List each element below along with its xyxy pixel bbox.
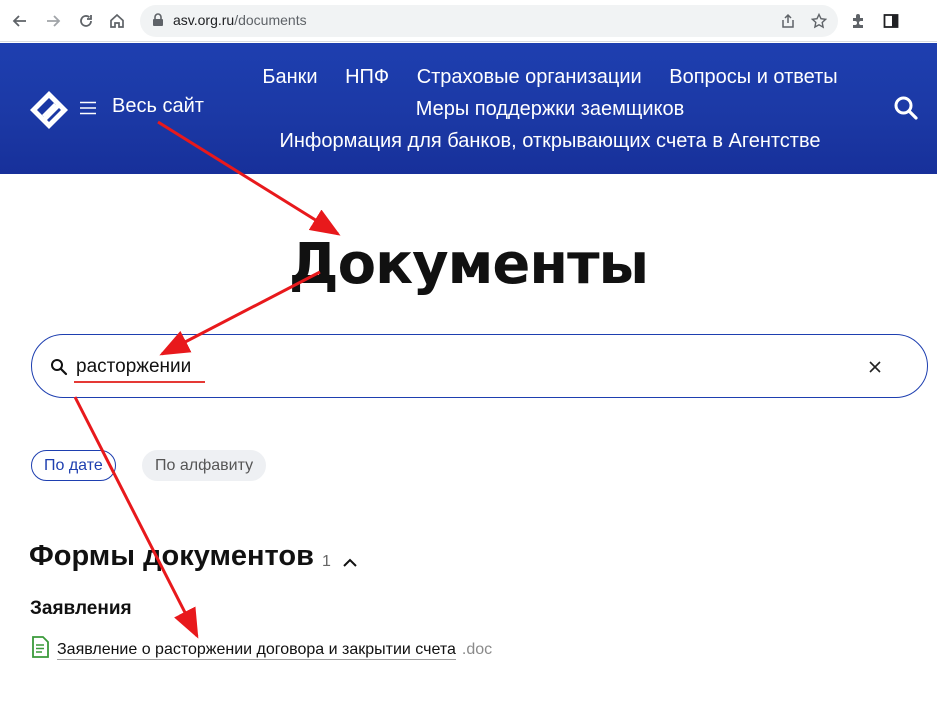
site-header: Весь сайт Банки НПФ Страховые организаци… <box>0 43 937 174</box>
nav-item-faq[interactable]: Вопросы и ответы <box>669 66 837 88</box>
asv-logo[interactable] <box>28 89 70 136</box>
site-search-icon[interactable] <box>893 95 919 126</box>
nav-item-banks[interactable]: Банки <box>262 66 317 88</box>
forward-icon[interactable] <box>41 9 65 33</box>
nav-item-npf[interactable]: НПФ <box>345 66 389 88</box>
list-item: Заявление о расторжении договора и закры… <box>31 636 492 663</box>
home-icon[interactable] <box>105 9 129 33</box>
lock-icon <box>152 13 164 32</box>
page-title: Документы <box>288 232 649 297</box>
search-icon <box>50 358 68 381</box>
star-icon[interactable] <box>810 12 828 30</box>
url-text: asv.org.ru/documents <box>173 12 307 28</box>
section-count: 1 <box>322 553 331 570</box>
nav-item-insurance[interactable]: Страховые организации <box>417 66 642 88</box>
nav-item-bank-accounts-info[interactable]: Информация для банков, открывающих счета… <box>280 130 821 152</box>
document-extension: .doc <box>461 640 493 658</box>
reload-icon[interactable] <box>74 9 98 33</box>
annotation-underline <box>74 381 205 383</box>
extensions-icon[interactable] <box>846 9 870 33</box>
sort-by-date-button[interactable]: По дате <box>31 450 116 481</box>
chevron-up-icon[interactable] <box>342 555 358 573</box>
document-search <box>31 334 928 398</box>
side-panel-icon[interactable] <box>879 9 903 33</box>
section-title: Формы документов <box>29 540 314 572</box>
browser-toolbar: asv.org.ru/documents <box>0 0 937 42</box>
top-navigation: Банки НПФ Страховые организации Вопросы … <box>220 61 880 157</box>
share-icon[interactable] <box>779 12 797 30</box>
back-icon[interactable] <box>8 9 32 33</box>
clear-icon[interactable] <box>866 358 884 376</box>
search-input[interactable] <box>76 353 836 381</box>
document-link[interactable]: Заявление о расторжении договора и закры… <box>57 640 456 660</box>
all-site-link[interactable]: Весь сайт <box>112 95 204 118</box>
subsection-title: Заявления <box>30 598 132 619</box>
menu-icon[interactable] <box>80 101 96 120</box>
address-bar[interactable]: asv.org.ru/documents <box>140 5 838 37</box>
sort-by-alphabet-button[interactable]: По алфавиту <box>142 450 267 481</box>
document-icon <box>31 636 49 663</box>
nav-item-borrower-support[interactable]: Меры поддержки заемщиков <box>416 98 685 120</box>
